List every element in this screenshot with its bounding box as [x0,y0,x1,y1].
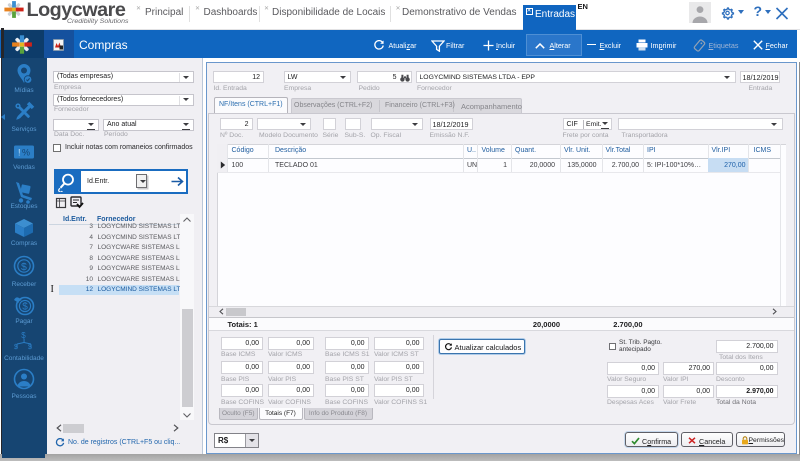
svg-text:$: $ [22,301,28,312]
svg-text:%: % [22,147,30,157]
svg-text:$: $ [21,260,27,272]
svg-text:!: ! [18,147,21,157]
